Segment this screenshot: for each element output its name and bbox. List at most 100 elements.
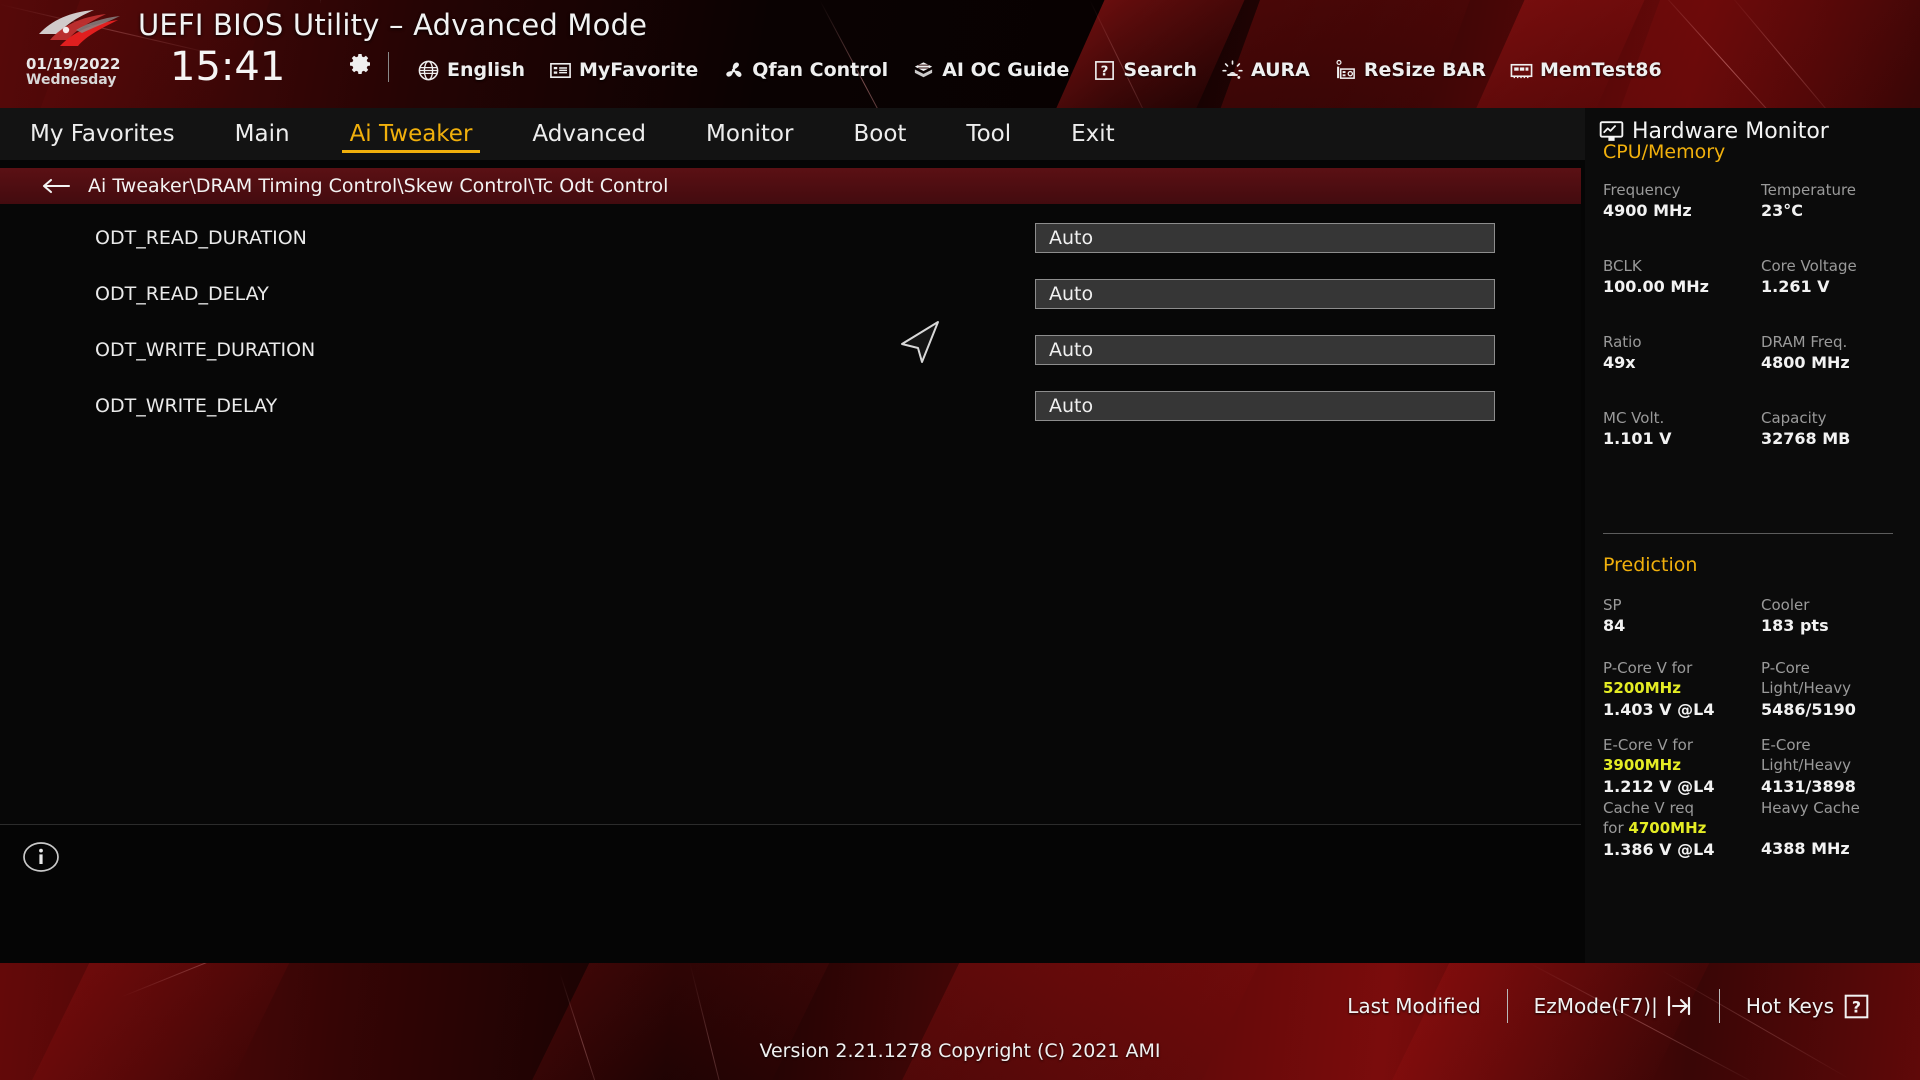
bottom-banner: Last Modified EzMode(F7)| Hot Keys ?	[0, 963, 1920, 1080]
rog-logo-icon	[36, 8, 124, 50]
section-heading-cpu-memory: CPU/Memory	[1603, 141, 1725, 163]
tab-tool[interactable]: Tool	[936, 108, 1041, 160]
tab-advanced[interactable]: Advanced	[502, 108, 676, 160]
tab-main[interactable]: Main	[205, 108, 320, 160]
date-value: 01/19/2022	[26, 57, 120, 73]
toolbar-item-search[interactable]: ? Search	[1081, 59, 1209, 82]
setting-row-odt-write-delay[interactable]: ODT_WRITE_DELAY Auto	[0, 378, 1581, 434]
hw-key: P-Core V for	[1603, 658, 1753, 678]
toolbar-item-myfavorite[interactable]: MyFavorite	[537, 59, 710, 82]
tab-my-favorites[interactable]: My Favorites	[0, 108, 205, 160]
hw-key: Heavy Cache	[1761, 798, 1911, 818]
hw-item-bclk: BCLK 100.00 MHz	[1603, 256, 1753, 299]
tab-exit[interactable]: Exit	[1041, 108, 1145, 160]
toolbar-label: AURA	[1251, 59, 1310, 81]
setting-row-odt-read-duration[interactable]: ODT_READ_DURATION Auto	[0, 210, 1581, 266]
toolbar-item-language[interactable]: English	[405, 59, 537, 82]
tab-monitor[interactable]: Monitor	[676, 108, 823, 160]
hw-value: 4388 MHz	[1761, 838, 1911, 860]
tab-ai-tweaker[interactable]: Ai Tweaker	[320, 108, 503, 160]
toolbar-label: Qfan Control	[752, 59, 888, 81]
hw-key-freq: 3900MHz	[1603, 755, 1753, 775]
toolbar-label: English	[447, 59, 525, 81]
tab-label: Exit	[1071, 121, 1115, 147]
hw-key: Cooler	[1761, 595, 1911, 615]
tab-boot[interactable]: Boot	[823, 108, 936, 160]
hot-keys-button[interactable]: Hot Keys ?	[1720, 993, 1896, 1020]
hw-key: E-Core V for	[1603, 735, 1753, 755]
setting-value-field[interactable]: Auto	[1035, 223, 1495, 253]
hw-key-for: for	[1603, 819, 1624, 837]
resize-bar-icon	[1334, 59, 1357, 82]
hw-key-freq: 4700MHz	[1628, 819, 1706, 837]
hw-value: 4900 MHz	[1603, 200, 1753, 222]
toolbar-item-ai-oc-guide[interactable]: AI OC Guide	[900, 59, 1081, 82]
hw-value: 1.101 V	[1603, 428, 1753, 450]
last-modified-button[interactable]: Last Modified	[1321, 994, 1506, 1018]
hw-value: 1.261 V	[1761, 276, 1911, 298]
hw-value: 1.403 V @L4	[1603, 699, 1753, 721]
setting-value-field[interactable]: Auto	[1035, 391, 1495, 421]
hot-keys-label: Hot Keys	[1746, 994, 1834, 1018]
hw-value: 1.212 V @L4	[1603, 776, 1753, 798]
hw-key-2: for 4700MHz	[1603, 818, 1753, 838]
hw-key: Temperature	[1761, 180, 1911, 200]
setting-label: ODT_WRITE_DELAY	[95, 395, 277, 417]
list-card-icon	[549, 59, 572, 82]
toolbar-divider	[388, 52, 389, 82]
toolbar-item-qfan-control[interactable]: Qfan Control	[710, 59, 900, 82]
top-banner: UEFI BIOS Utility – Advanced Mode 01/19/…	[0, 0, 1920, 108]
toolbar-item-aura[interactable]: AURA	[1209, 59, 1322, 82]
hw-value: 23°C	[1761, 200, 1911, 222]
hw-key: Frequency	[1603, 180, 1753, 200]
setting-value: Auto	[1049, 227, 1093, 249]
footer-actions: Last Modified EzMode(F7)| Hot Keys ?	[1321, 989, 1896, 1023]
hw-item-ecore-light-heavy: E-Core Light/Heavy 4131/3898	[1761, 735, 1911, 798]
ezmode-button[interactable]: EzMode(F7)|	[1508, 994, 1719, 1018]
hw-value: 4800 MHz	[1761, 352, 1911, 374]
toolbar-label: ReSize BAR	[1364, 59, 1486, 81]
hw-key: SP	[1603, 595, 1753, 615]
tab-label: Boot	[853, 121, 906, 147]
toolbar-item-resize-bar[interactable]: ReSize BAR	[1322, 59, 1498, 82]
setting-row-odt-read-delay[interactable]: ODT_READ_DELAY Auto	[0, 266, 1581, 322]
hw-item-frequency: Frequency 4900 MHz	[1603, 180, 1753, 223]
setting-row-odt-write-duration[interactable]: ODT_WRITE_DURATION Auto	[0, 322, 1581, 378]
back-arrow-icon[interactable]	[42, 177, 72, 195]
gear-icon[interactable]	[349, 52, 373, 76]
hw-item-pcore-light-heavy: P-Core Light/Heavy 5486/5190	[1761, 658, 1911, 721]
toolbar-item-memtest86[interactable]: MemTest86	[1498, 59, 1674, 82]
hw-value: 32768 MB	[1761, 428, 1911, 450]
hw-value: 49x	[1603, 352, 1753, 374]
tab-label: Monitor	[706, 121, 793, 147]
info-circle-icon[interactable]	[22, 838, 60, 876]
hw-item-core-voltage: Core Voltage 1.261 V	[1761, 256, 1911, 299]
toolbar-label: Search	[1123, 59, 1197, 81]
hw-value: 100.00 MHz	[1603, 276, 1753, 298]
hw-key-2: Light/Heavy	[1761, 755, 1911, 775]
date-display: 01/19/2022 Wednesday	[26, 57, 120, 87]
hw-key: P-Core	[1761, 658, 1911, 678]
setting-value-field[interactable]: Auto	[1035, 335, 1495, 365]
setting-value-field[interactable]: Auto	[1035, 279, 1495, 309]
hw-item-capacity: Capacity 32768 MB	[1761, 408, 1911, 451]
globe-icon	[417, 59, 440, 82]
setting-value: Auto	[1049, 283, 1093, 305]
last-modified-label: Last Modified	[1347, 994, 1480, 1018]
hw-key: BCLK	[1603, 256, 1753, 276]
bios-screen: UEFI BIOS Utility – Advanced Mode 01/19/…	[0, 0, 1920, 1080]
tab-label: Ai Tweaker	[350, 121, 473, 147]
hw-key: DRAM Freq.	[1761, 332, 1911, 352]
setting-label: ODT_WRITE_DURATION	[95, 339, 315, 361]
setting-label: ODT_READ_DURATION	[95, 227, 307, 249]
hw-key-2: Light/Heavy	[1761, 678, 1911, 698]
hw-value: 183 pts	[1761, 615, 1911, 637]
hw-key: Cache V req	[1603, 798, 1753, 818]
setting-value: Auto	[1049, 339, 1093, 361]
settings-list: ODT_READ_DURATION Auto ODT_READ_DELAY Au…	[0, 204, 1581, 824]
question-box-icon: ?	[1843, 993, 1870, 1020]
hw-key-freq: 5200MHz	[1603, 678, 1753, 698]
hw-item-cooler: Cooler 183 pts	[1761, 595, 1911, 638]
toolbar-label: AI OC Guide	[942, 59, 1069, 81]
toolbar-label: MemTest86	[1540, 59, 1662, 81]
